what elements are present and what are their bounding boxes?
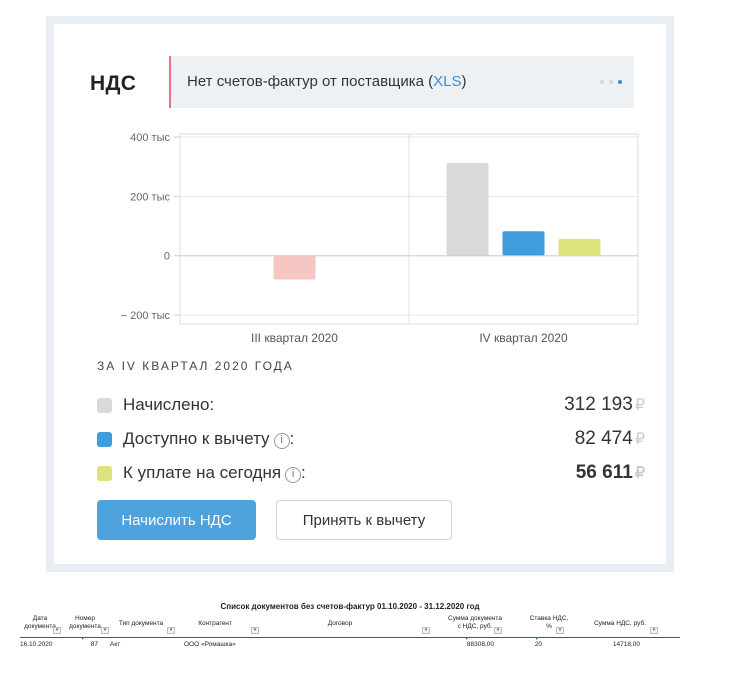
vat-card: НДС Нет счетов-фактур от поставщика (XLS… [46,16,674,572]
cell-comment-marker [82,637,85,640]
legend-label-suffix: : [301,463,306,482]
filter-dropdown-icon[interactable]: ▾ [494,627,502,634]
table-cell: Акт [110,641,121,648]
legend-row: К уплате на сегодня i: 56 611 ₽ [97,462,645,486]
vat-bar-chart: 400 тыс 200 тыс 0 − 200 тыс III квартал 2020… [121,132,639,345]
legend-amount: 56 611 ₽ [576,462,645,484]
amount-value: 312 193 [564,394,633,415]
xls-link[interactable]: XLS [433,73,461,90]
legend-swatch [97,432,112,447]
filter-dropdown-icon[interactable]: ▾ [167,627,175,634]
sheet-title: Список документов без счетов-фактур 01.1… [220,602,480,611]
notification-text: Нет счетов-фактур от поставщика (XLS) [187,73,467,90]
table-cell: 20 [534,641,542,648]
header-divider [20,637,680,638]
table-cell: 14718,00 [612,641,640,648]
cell-comment-marker [466,637,469,640]
notification-message: Нет счетов-фактур от поставщика ( [187,73,434,90]
charge-vat-button[interactable]: Начислить НДС [97,500,256,540]
filter-dropdown-icon[interactable]: ▾ [422,627,430,634]
table-cell: 88308,00 [466,641,494,648]
legend-swatch [97,466,112,481]
legend-label-suffix: : [289,429,295,448]
ruble-icon: ₽ [634,397,645,414]
carousel-dot[interactable] [609,80,613,84]
ruble-icon: ₽ [634,431,645,448]
amount-value: 82 474 [574,428,633,449]
y-tick-label: 400 тыс [130,132,170,144]
carousel-dots[interactable] [600,80,622,84]
cell-comment-marker [536,637,539,640]
card-title: НДС [90,72,137,95]
column-header: Тип документа [118,620,164,627]
period-label: ЗА IV КВАРТАЛ 2020 ГОДА [97,359,294,373]
legend-amount: 312 193 ₽ [564,394,645,416]
notification-bar: Нет счетов-фактур от поставщика (XLS) [169,56,634,108]
carousel-dot[interactable] [600,80,604,84]
legend-label-text: Доступно к вычету [123,429,270,448]
y-tick-label: 0 [164,251,170,263]
bar [558,238,601,256]
bar [502,231,545,256]
column-header: Ставка НДС,% [529,615,569,630]
filter-dropdown-icon[interactable]: ▾ [251,627,259,634]
vat-card-body: НДС Нет счетов-фактур от поставщика (XLS… [54,24,666,564]
bar [273,255,316,280]
column-header: Контрагент [198,620,232,627]
x-tick-label: IV квартал 2020 [479,331,568,345]
column-header: Договор [327,620,353,627]
legend-label: К уплате на сегодня i: [123,463,306,483]
legend-swatch [97,398,112,413]
legend-amount: 82 474 ₽ [575,428,645,450]
filter-dropdown-icon[interactable]: ▾ [556,627,564,634]
legend-label-text: К уплате на сегодня [123,463,282,482]
table-cell: 16.10.2020 [20,641,53,648]
ruble-icon: ₽ [634,465,645,482]
carousel-dot[interactable] [618,80,622,84]
legend-label: Доступно к вычету i: [123,429,294,449]
info-icon[interactable]: i [273,433,290,449]
x-tick-label: III квартал 2020 [251,331,338,345]
column-header: Сумма документа с НДС, руб. [448,615,502,630]
table-cell: 87 [90,641,98,648]
legend-label-text: Начислено: [123,395,215,414]
filter-dropdown-icon[interactable]: ▾ [53,627,61,634]
accept-deduction-button[interactable]: Принять к вычету [276,500,452,540]
column-header: Сумма НДС, руб. [593,620,647,627]
notification-suffix: ) [461,73,467,90]
legend-row: Начислено: 312 193 ₽ [97,394,645,418]
table-cell: ООО «Ромашка» [184,641,236,648]
filter-dropdown-icon[interactable]: ▾ [650,627,658,634]
y-tick-label: − 200 тыс [121,310,171,322]
info-icon[interactable]: i [285,467,302,483]
legend-row: Доступно к вычету i: 82 474 ₽ [97,428,645,452]
bar [446,163,489,256]
legend-label: Начислено: [123,395,214,415]
filter-dropdown-icon[interactable]: ▾ [101,627,109,634]
y-tick-label: 200 тыс [130,191,170,203]
amount-value: 56 611 [575,462,633,483]
